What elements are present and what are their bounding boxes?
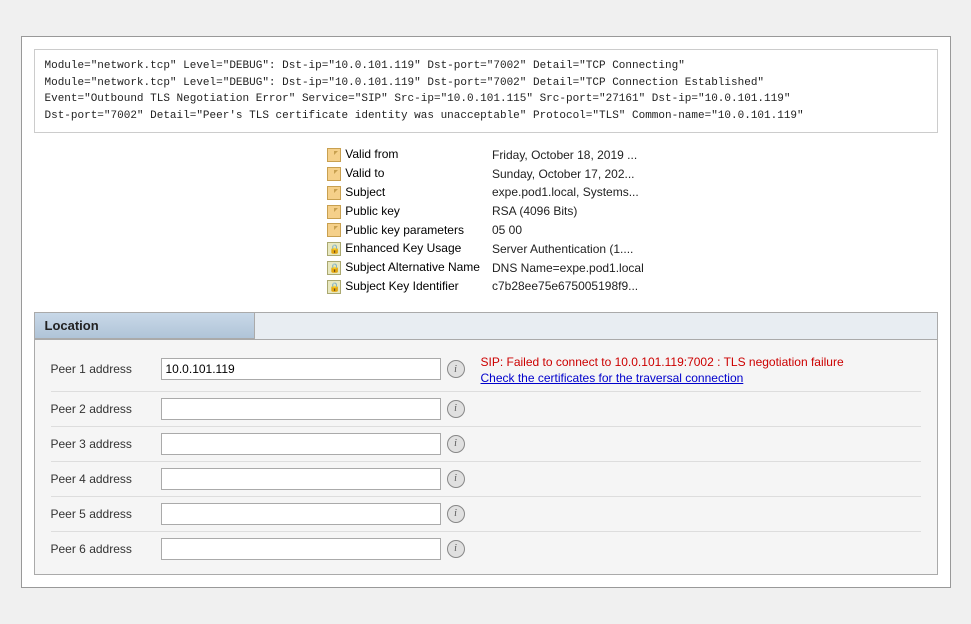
cert-field-value: Sunday, October 17, 202...: [486, 164, 650, 183]
doc-icon: [327, 167, 341, 181]
location-body: Peer 1 address i SIP: Failed to connect to…: [35, 340, 937, 574]
peer-label-4: Peer 4 address: [51, 472, 161, 486]
location-section: Location Peer 1 address i SIP: Failed to c…: [34, 312, 938, 575]
peer-row-1: Peer 1 address i SIP: Failed to connect to…: [51, 348, 921, 392]
cert-table-container: Valid fromFriday, October 18, 2019 ...Va…: [34, 145, 938, 296]
cert-field-value: RSA (4096 Bits): [486, 202, 650, 221]
peer-row-4: Peer 4 address i: [51, 462, 921, 497]
peer-input-2[interactable]: [161, 398, 441, 420]
cert-label-0: Valid from: [321, 145, 486, 164]
peer-row-3: Peer 3 address i: [51, 427, 921, 462]
log-section: Module="network.tcp" Level="DEBUG": Dst-…: [34, 49, 938, 133]
cert-label-7: Subject Key Identifier: [321, 277, 486, 296]
cert-table: Valid fromFriday, October 18, 2019 ...Va…: [321, 145, 650, 296]
cert-row: Public key parameters 05 00: [321, 221, 650, 240]
error-text: SIP: Failed to connect to 10.0.101.119:7…: [481, 355, 844, 369]
cert-field-value: c7b28ee75e675005198f9...: [486, 277, 650, 296]
doc-icon: [327, 186, 341, 200]
cert-field-label: Valid to: [345, 166, 384, 180]
doc-icon: [327, 205, 341, 219]
peer-row-2: Peer 2 address i: [51, 392, 921, 427]
cert-label-4: Public key parameters: [321, 221, 486, 240]
cert-field-value: 05 00: [486, 221, 650, 240]
cert-row: Valid from Friday, October 18, 2019 ...: [321, 145, 650, 164]
cert-icon: [327, 242, 341, 256]
cert-label-2: Subject: [321, 183, 486, 202]
doc-icon: [327, 148, 341, 162]
peer-input-5[interactable]: [161, 503, 441, 525]
location-header-row: Location: [35, 313, 937, 340]
info-button-4[interactable]: i: [447, 470, 465, 488]
peer-input-6[interactable]: [161, 538, 441, 560]
cert-row: Subject expe.pod1.local, Systems...: [321, 183, 650, 202]
peer-label-2: Peer 2 address: [51, 402, 161, 416]
peer-label-5: Peer 5 address: [51, 507, 161, 521]
info-button-2[interactable]: i: [447, 400, 465, 418]
info-button-3[interactable]: i: [447, 435, 465, 453]
peer-row-5: Peer 5 address i: [51, 497, 921, 532]
error-section: SIP: Failed to connect to 10.0.101.119:7…: [481, 354, 921, 385]
cert-field-label: Subject: [345, 185, 385, 199]
cert-row: Enhanced Key Usage Server Authentication …: [321, 239, 650, 258]
cert-field-label: Subject Key Identifier: [345, 279, 458, 293]
cert-row: Subject Alternative Name DNS Name=expe.po…: [321, 258, 650, 277]
peer-label-1: Peer 1 address: [51, 362, 161, 376]
cert-label-5: Enhanced Key Usage: [321, 239, 486, 258]
cert-field-value: Server Authentication (1....: [486, 239, 650, 258]
cert-icon: [327, 280, 341, 294]
cert-label-1: Valid to: [321, 164, 486, 183]
peer-input-1[interactable]: [161, 358, 441, 380]
cert-field-label: Valid from: [345, 147, 398, 161]
info-button-6[interactable]: i: [447, 540, 465, 558]
log-line-3: Event="Outbound TLS Negotiation Error" S…: [45, 91, 927, 108]
cert-field-label: Enhanced Key Usage: [345, 241, 461, 255]
cert-field-value: expe.pod1.local, Systems...: [486, 183, 650, 202]
cert-field-value: DNS Name=expe.pod1.local: [486, 258, 650, 277]
info-button-1[interactable]: i: [447, 360, 465, 378]
main-container: Module="network.tcp" Level="DEBUG": Dst-…: [21, 36, 951, 587]
cert-field-label: Public key: [345, 204, 400, 218]
log-line-2: Module="network.tcp" Level="DEBUG": Dst-…: [45, 75, 927, 92]
cert-row: Subject Key Identifier c7b28ee75e67500519…: [321, 277, 650, 296]
doc-icon: [327, 223, 341, 237]
peer-row-6: Peer 6 address i: [51, 532, 921, 566]
info-button-5[interactable]: i: [447, 505, 465, 523]
cert-row: Public key RSA (4096 Bits): [321, 202, 650, 221]
peer-input-4[interactable]: [161, 468, 441, 490]
cert-icon: [327, 261, 341, 275]
cert-label-3: Public key: [321, 202, 486, 221]
error-link[interactable]: Check the certificates for the traversal…: [481, 371, 921, 385]
cert-field-value: Friday, October 18, 2019 ...: [486, 145, 650, 164]
peer-label-6: Peer 6 address: [51, 542, 161, 556]
location-title: Location: [35, 313, 255, 339]
log-line-4: Dst-port="7002" Detail="Peer's TLS certi…: [45, 108, 927, 125]
cert-label-6: Subject Alternative Name: [321, 258, 486, 277]
peer-label-3: Peer 3 address: [51, 437, 161, 451]
cert-field-label: Subject Alternative Name: [345, 260, 480, 274]
peer-input-3[interactable]: [161, 433, 441, 455]
log-line-1: Module="network.tcp" Level="DEBUG": Dst-…: [45, 58, 927, 75]
cert-field-label: Public key parameters: [345, 223, 464, 237]
cert-row: Valid to Sunday, October 17, 202...: [321, 164, 650, 183]
